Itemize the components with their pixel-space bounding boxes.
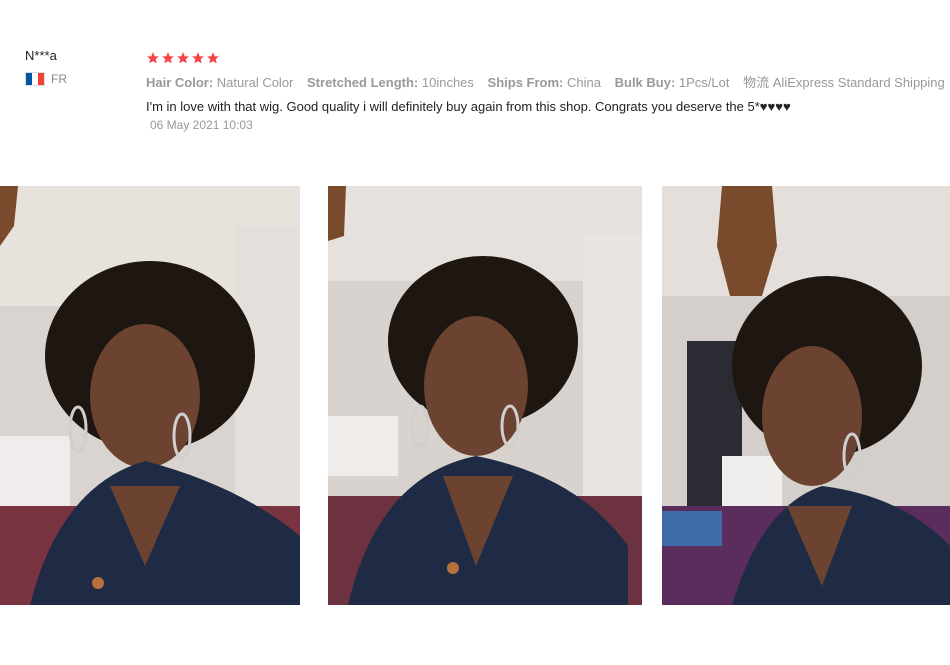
country-code: FR: [51, 72, 67, 86]
france-flag-icon: [25, 72, 45, 86]
review-photos: [0, 186, 950, 605]
attribute-stretched-length: Stretched Length: 10inches: [307, 75, 474, 90]
review-body: Hair Color: Natural Color Stretched Leng…: [146, 48, 945, 132]
photo-icon: [662, 186, 950, 605]
photo-icon: [328, 186, 642, 605]
attribute-bulk-buy: Bulk Buy: 1Pcs/Lot: [614, 75, 730, 90]
review-date: 06 May 2021 10:03: [150, 118, 253, 132]
star-icon: [162, 52, 174, 64]
review-photo-3[interactable]: [662, 186, 950, 605]
reviewer-country: FR: [25, 72, 67, 86]
product-attributes: Hair Color: Natural Color Stretched Leng…: [146, 72, 945, 91]
review-text: I'm in love with that wig. Good quality …: [146, 99, 791, 114]
reviewer-name: N***a: [25, 48, 57, 63]
attribute-hair-color: Hair Color: Natural Color: [146, 75, 294, 90]
star-icon: [177, 52, 189, 64]
reviewer-info: N***a FR: [25, 48, 67, 86]
star-rating: [146, 48, 936, 68]
star-icon: [207, 52, 219, 64]
attribute-logistics: 物流 AliExpress Standard Shipping: [743, 75, 945, 90]
star-icon: [192, 52, 204, 64]
attribute-ships-from: Ships From: China: [487, 75, 601, 90]
review-photo-1[interactable]: [0, 186, 300, 605]
review-photo-2[interactable]: [328, 186, 642, 605]
star-icon: [147, 52, 159, 64]
photo-icon: [0, 186, 300, 605]
